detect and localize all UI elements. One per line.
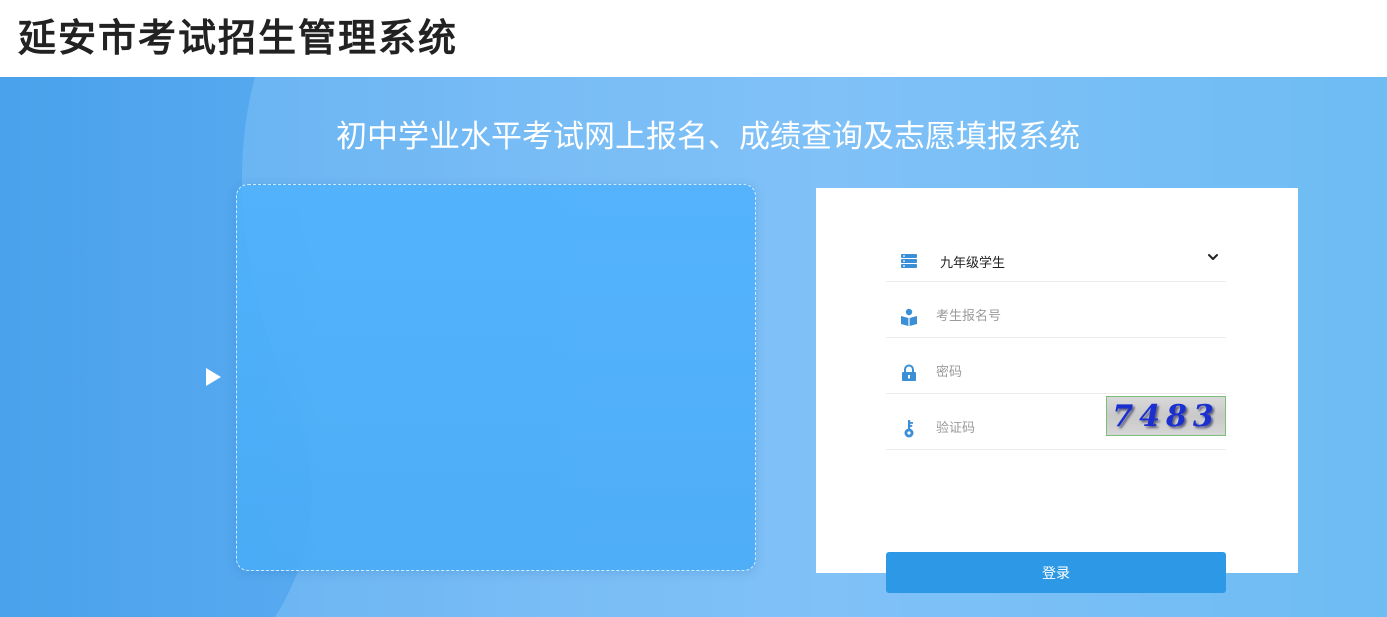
- site-title: 延安市考试招生管理系统: [18, 16, 459, 60]
- slide-arrow-icon[interactable]: [206, 368, 221, 386]
- user-type-value: 九年级学生: [940, 256, 1006, 271]
- server-stack-icon: [901, 254, 917, 268]
- login-button[interactable]: 登录: [886, 552, 1226, 593]
- password-input[interactable]: [936, 360, 1156, 384]
- username-row: [886, 282, 1226, 338]
- password-row: [886, 338, 1226, 394]
- system-subtitle: 初中学业水平考试网上报名、成绩查询及志愿填报系统: [336, 119, 1080, 155]
- username-input[interactable]: [936, 304, 1156, 328]
- notice-panel: [236, 184, 756, 571]
- captcha-image[interactable]: 7483: [1106, 396, 1226, 436]
- chevron-down-icon[interactable]: [1206, 250, 1220, 264]
- login-card: 九年级学生 考生报名号 验证码 7483 登录: [816, 188, 1298, 593]
- hero-banner: 初中学业水平考试网上报名、成绩查询及志愿填报系统 九年级学生 考生报名号 验证码…: [0, 77, 1387, 617]
- page-header: 延安市考试招生管理系统: [0, 0, 1387, 77]
- user-type-select[interactable]: 九年级学生: [886, 226, 1226, 282]
- lock-icon: [902, 364, 916, 381]
- key-icon: [904, 420, 914, 438]
- reader-icon: [901, 308, 917, 326]
- verify-code-input[interactable]: [936, 416, 1086, 440]
- verify-code-row: 7483: [886, 394, 1226, 450]
